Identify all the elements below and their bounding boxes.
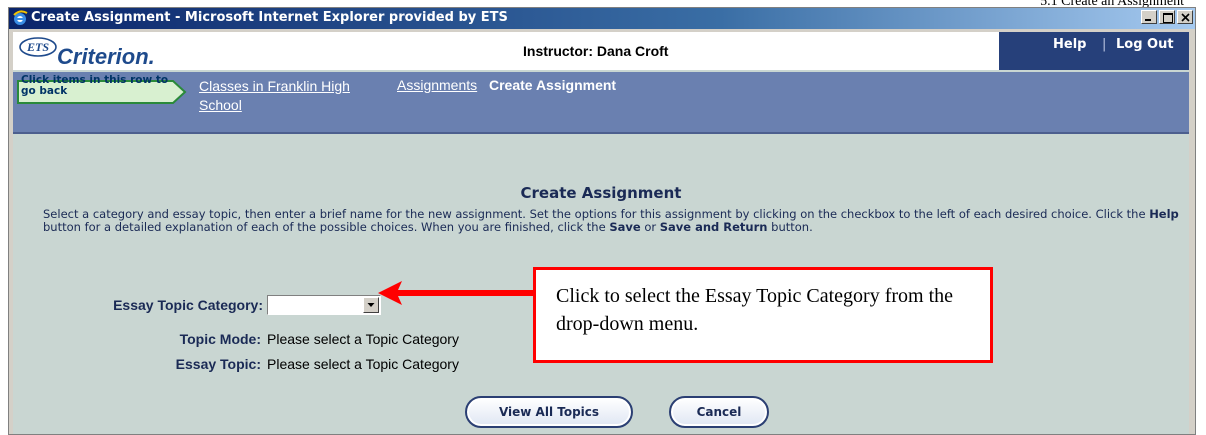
topic-mode-value: Please select a Topic Category — [267, 331, 459, 347]
category-select[interactable] — [267, 295, 381, 315]
category-label: Essay Topic Category: — [113, 297, 263, 313]
close-icon[interactable] — [1177, 10, 1193, 24]
annotation-callout: Click to select the Essay Topic Category… — [533, 267, 993, 363]
instructions-text: Select a category and essay topic, then … — [43, 207, 1150, 221]
instructions-text: button for a detailed explanation of eac… — [43, 220, 610, 234]
instructions: Select a category and essay topic, then … — [43, 208, 1183, 234]
instructions-text: button. — [767, 220, 813, 234]
ie-icon — [13, 10, 28, 25]
window-title: Create Assignment - Microsoft Internet E… — [31, 10, 508, 25]
svg-text:ETS: ETS — [26, 40, 49, 54]
breadcrumb-classes[interactable]: Classes in Franklin High School — [199, 77, 369, 115]
back-hint-text: Click items in this row to go back — [21, 74, 169, 97]
breadcrumb: Click items in this row to go back Class… — [13, 72, 1189, 134]
title-bar[interactable]: Create Assignment - Microsoft Internet E… — [9, 8, 1195, 29]
top-header: ETS Criterion. Instructor: Dana Croft He… — [13, 32, 1189, 70]
logout-link[interactable]: Log Out — [1116, 37, 1174, 52]
help-link[interactable]: Help — [1053, 37, 1086, 52]
nav-separator: | — [1102, 37, 1107, 52]
ets-logo-icon: ETS — [19, 37, 57, 57]
logo-text: Criterion. — [57, 44, 155, 69]
callout-arrow-icon — [378, 281, 536, 305]
browser-window: Create Assignment - Microsoft Internet E… — [8, 7, 1196, 435]
cancel-button[interactable]: Cancel — [669, 396, 769, 428]
app-page: ETS Criterion. Instructor: Dana Croft He… — [13, 32, 1189, 434]
instructor-name: Instructor: Dana Croft — [523, 43, 669, 59]
instructions-help: Help — [1149, 207, 1179, 221]
page-title: Create Assignment — [520, 184, 682, 202]
instructions-save-return: Save and Return — [659, 220, 768, 234]
instructions-text: or — [640, 220, 660, 234]
callout-text: Click to select the Essay Topic Category… — [556, 285, 954, 335]
breadcrumb-current: Create Assignment — [489, 77, 617, 93]
minimize-icon[interactable] — [1141, 10, 1157, 24]
instructions-save: Save — [609, 220, 641, 234]
top-nav: Help | Log Out — [999, 32, 1189, 70]
view-all-topics-button[interactable]: View All Topics — [465, 396, 633, 428]
window-controls — [1139, 10, 1193, 24]
breadcrumb-assignments[interactable]: Assignments — [397, 77, 477, 93]
essay-topic-value: Please select a Topic Category — [267, 356, 459, 372]
essay-topic-label: Essay Topic: — [175, 356, 261, 372]
topic-mode-label: Topic Mode: — [179, 331, 261, 347]
maximize-icon[interactable] — [1159, 10, 1175, 24]
